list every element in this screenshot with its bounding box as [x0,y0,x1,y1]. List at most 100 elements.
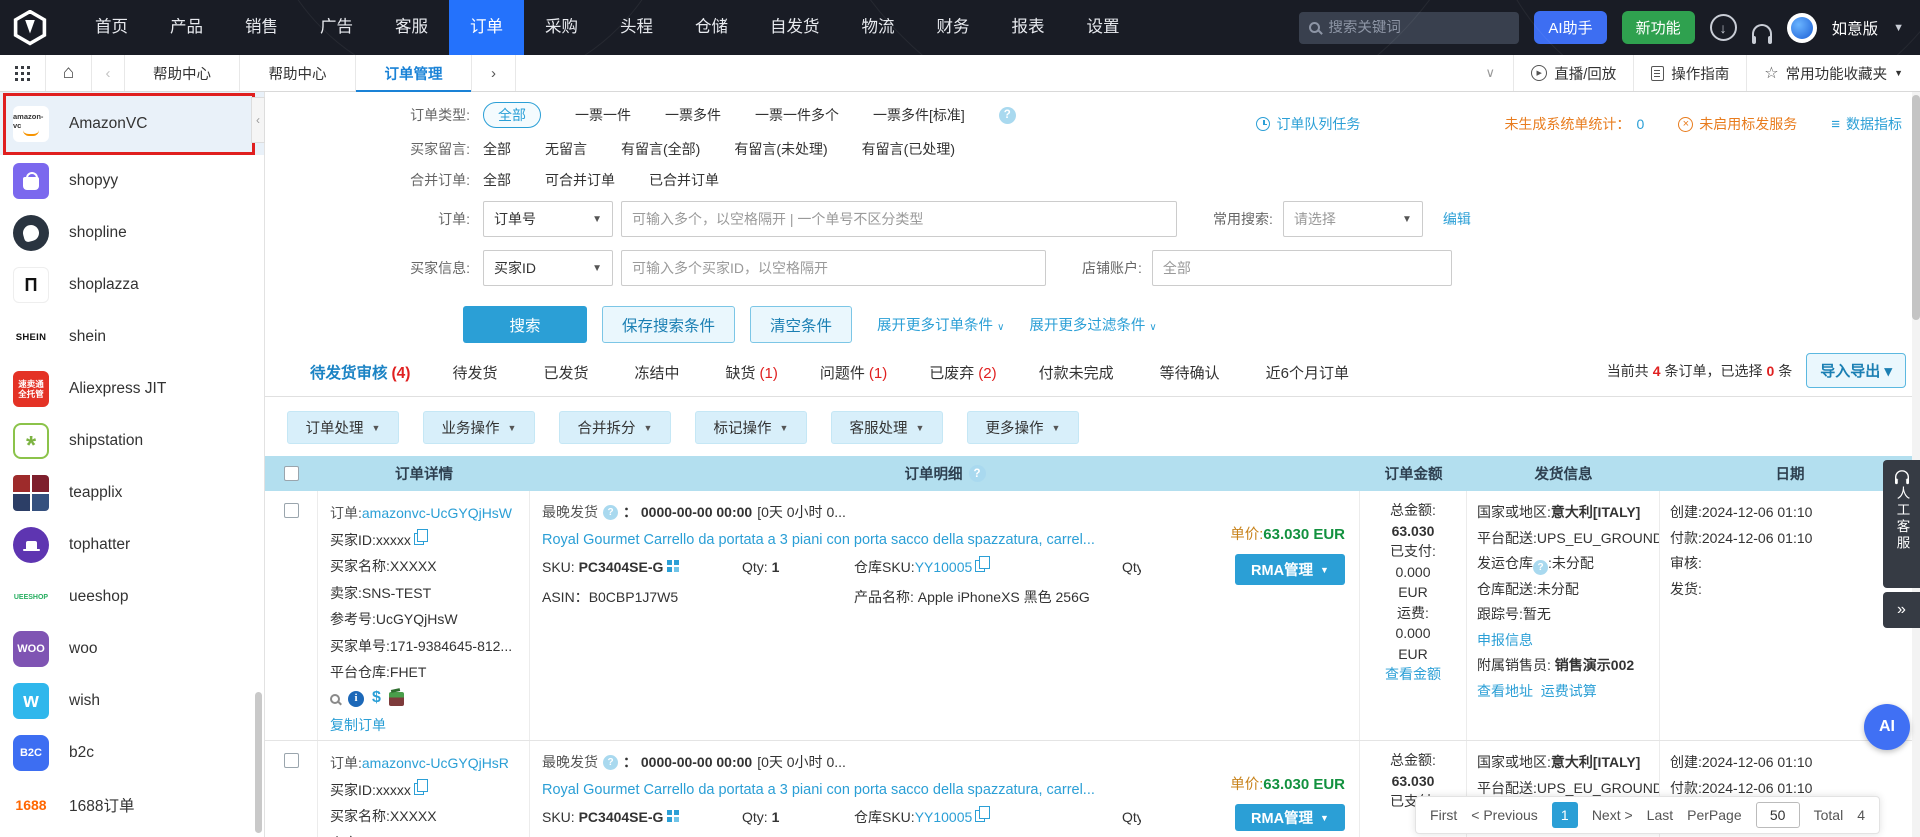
sidebar-item-amazonvc[interactable]: amazon-vc AmazonVC [0,92,264,155]
help-icon[interactable]: ? [998,106,1016,124]
status-tab-last-6-months[interactable]: 近6个月订单 [1266,362,1353,383]
order-number-link[interactable]: amazonvc-UcGYQjHsW [362,505,512,521]
sidebar-item-shopline[interactable]: shopline [0,207,264,259]
filter-merge-can[interactable]: 可合并订单 [545,170,615,190]
merge-split-dropdown[interactable]: 合并拆分 ▼ [559,411,671,444]
store-account-select[interactable]: 全部 [1151,250,1452,286]
info-icon[interactable]: i [348,690,364,707]
warehouse-sku-link[interactable]: YY10005 [915,559,973,575]
sidebar-item-b2c[interactable]: B2C b2c [0,727,264,779]
expand-order-conditions-link[interactable]: 展开更多订单条件 ∨ [877,314,1004,335]
copy-icon[interactable] [975,806,990,822]
filter-msg-has-all[interactable]: 有留言(全部) [621,139,700,159]
status-tab-shipped[interactable]: 已发货 [543,362,592,383]
global-search[interactable] [1299,11,1520,44]
page-next-button[interactable]: Next > [1592,807,1633,823]
search-button[interactable]: 搜索 [463,306,587,343]
sidebar-collapse-handle[interactable]: ‹ [251,97,265,143]
copy-icon[interactable] [413,528,429,545]
search-icon[interactable] [330,693,340,704]
edit-frequent-search-link[interactable]: 编辑 [1443,209,1471,229]
row-checkbox[interactable] [283,753,299,768]
headset-icon[interactable] [1751,23,1772,44]
tab-help-center-2[interactable]: 帮助中心 [240,55,356,91]
clear-search-button[interactable]: 清空条件 [750,306,853,343]
menu-sales[interactable]: 销售 [224,0,299,55]
product-title-link[interactable]: Royal Gourmet Carrello da portata a 3 pi… [542,532,1141,548]
row-checkbox[interactable] [283,503,299,518]
sku-grid-icon[interactable] [667,810,679,822]
mark-ops-dropdown[interactable]: 标记操作 ▼ [695,411,807,444]
chevron-down-icon[interactable]: ▼ [1893,22,1904,34]
sidebar-item-woo[interactable]: WOO woo [0,623,264,675]
filter-msg-handled[interactable]: 有留言(已处理) [862,139,955,159]
copy-order-link[interactable]: 复制订单 [330,717,386,733]
download-icon[interactable]: ↓ [1709,14,1737,41]
help-icon[interactable]: ? [603,504,618,520]
status-tab-unpaid[interactable]: 付款未完成 [1039,362,1118,383]
label-service-disabled-link[interactable]: × 未启用标发服务 [1678,114,1797,134]
status-tab-to-ship[interactable]: 待发货 [452,362,501,383]
more-ops-dropdown[interactable]: 更多操作 ▼ [967,411,1079,444]
filter-msg-all[interactable]: 全部 [483,139,511,159]
status-tab-discarded[interactable]: 已废弃 (2) [929,362,996,383]
filter-order-type-single-multi[interactable]: 一票一件多个 [755,105,839,125]
status-tab-awaiting-confirm[interactable]: 等待确认 [1160,362,1224,383]
menu-logistics[interactable]: 物流 [841,0,916,55]
sidebar-item-aliexpress-jit[interactable]: 速卖通 全托管 Aliexpress JIT [0,363,264,415]
menu-service[interactable]: 客服 [374,0,449,55]
copy-icon[interactable] [975,556,990,572]
help-icon[interactable]: ? [603,754,618,770]
declaration-info-link[interactable]: 申报信息 [1477,632,1533,648]
sidebar-item-shoplazza[interactable]: Π shoplazza [0,259,264,311]
expand-filter-conditions-link[interactable]: 展开更多过滤条件 ∨ [1029,314,1156,335]
main-scrollbar-thumb[interactable] [1912,95,1920,320]
help-icon[interactable]: ? [1533,560,1548,576]
view-amount-link[interactable]: 查看金额 [1385,666,1441,682]
filter-order-type-all[interactable]: 全部 [483,102,541,128]
order-number-input[interactable] [621,201,1177,237]
tab-order-management[interactable]: 订单管理 [356,55,472,92]
filter-msg-unhandled[interactable]: 有留言(未处理) [734,139,827,159]
sidebar-scrollbar[interactable] [255,692,262,833]
menu-home[interactable]: 首页 [74,0,149,55]
page-first-button[interactable]: First [1430,807,1457,823]
menu-orders[interactable]: 订单 [449,0,524,55]
data-metrics-link[interactable]: ≡ 数据指标 [1831,114,1902,134]
sidebar-item-shein[interactable]: SHEIN shein [0,311,264,363]
filter-order-type-multi-std[interactable]: 一票多件[标准] [873,105,965,125]
page-prev-button[interactable]: < Previous [1471,807,1538,823]
page-current[interactable]: 1 [1551,802,1578,828]
sidebar-item-teapplix[interactable]: teapplix [0,467,264,519]
freight-estimate-link[interactable]: 运费试算 [1541,683,1597,699]
avatar[interactable] [1786,12,1817,43]
import-export-button[interactable]: 导入导出 ▾ [1806,353,1906,388]
status-tab-problem[interactable]: 问题件 (1) [820,362,887,383]
buyer-id-input[interactable] [621,250,1046,286]
frequent-search-select[interactable]: 请选择 ▼ [1282,201,1423,237]
buyer-id-type-select[interactable]: 买家ID ▼ [483,250,613,286]
menu-selfship[interactable]: 自发货 [749,0,841,55]
order-number-link[interactable]: amazonvc-UcGYQjHsR [362,755,509,771]
save-search-button[interactable]: 保存搜索条件 [602,306,736,343]
order-queue-task-link[interactable]: 订单队列任务 [1256,114,1360,134]
page-last-button[interactable]: Last [1647,807,1673,823]
sidebar-item-tophatter[interactable]: tophatter [0,519,264,571]
order-number-type-select[interactable]: 订单号 ▼ [483,201,613,237]
uncreated-orders-stat[interactable]: 未生成系统单统计： 0 [1504,114,1644,134]
menu-settings[interactable]: 设置 [1066,0,1141,55]
sidebar-item-shipstation[interactable]: * shipstation [0,415,264,467]
status-tab-pending-audit[interactable]: 待发货审核 (4) [310,361,410,383]
ai-fab-button[interactable]: AI [1864,704,1910,750]
menu-firstleg[interactable]: 头程 [599,0,674,55]
operation-guide-link[interactable]: 操作指南 [1633,55,1746,91]
perpage-input[interactable] [1755,802,1800,828]
order-process-dropdown[interactable]: 订单处理 ▼ [287,411,399,444]
menu-ads[interactable]: 广告 [299,0,374,55]
sidebar-item-1688[interactable]: 1688 1688订单 [0,779,264,831]
chevron-left-icon[interactable]: ‹ [92,55,124,91]
filter-merge-all[interactable]: 全部 [483,170,511,190]
chevron-down-icon[interactable]: ∨ [1467,55,1513,91]
chevron-right-icon[interactable]: › [472,55,516,91]
filter-merge-done[interactable]: 已合并订单 [649,170,719,190]
